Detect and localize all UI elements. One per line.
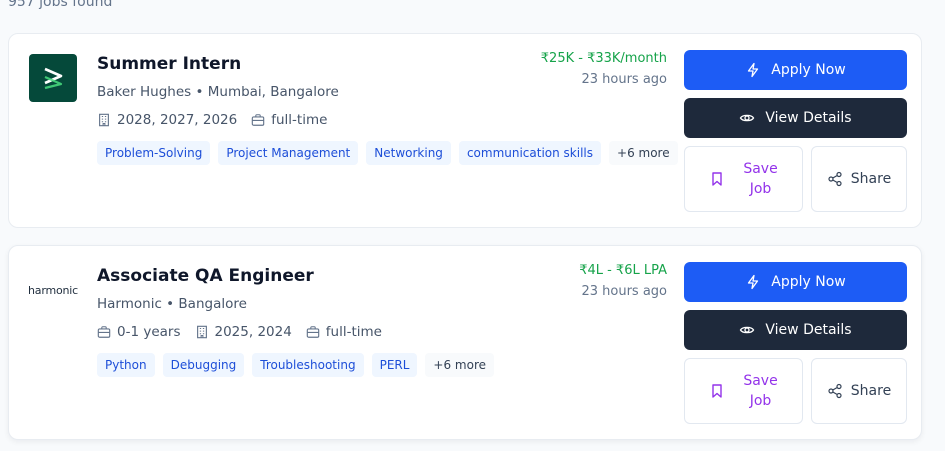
- job-card[interactable]: harmonic Associate QA Engineer Harmonic …: [8, 245, 922, 440]
- share-button[interactable]: Share: [811, 358, 907, 424]
- baker-hughes-logo-icon: [44, 67, 63, 90]
- view-details-button[interactable]: View Details: [684, 310, 907, 350]
- skill-tag: Debugging: [162, 353, 245, 377]
- view-details-button[interactable]: View Details: [684, 98, 907, 138]
- save-job-label-line2: Job: [749, 181, 772, 197]
- skill-tag: communication skills: [458, 141, 602, 165]
- save-job-button[interactable]: Save Job: [684, 358, 803, 424]
- apply-now-button[interactable]: Apply Now: [684, 262, 907, 302]
- job-title[interactable]: Summer Intern: [97, 54, 241, 74]
- more-tags[interactable]: +6 more: [425, 353, 495, 377]
- posted-time: 23 hours ago: [581, 284, 667, 299]
- experience-text: 0-1 years: [117, 324, 181, 340]
- company-logo: [29, 54, 77, 102]
- batch-item: 2025, 2024: [195, 324, 292, 340]
- apply-now-button[interactable]: Apply Now: [684, 50, 907, 90]
- bolt-icon: [748, 274, 759, 290]
- bookmark-icon: [712, 384, 723, 398]
- building-icon: [99, 113, 109, 127]
- skill-tag: PERL: [371, 353, 418, 377]
- batch-item: 2028, 2027, 2026: [97, 112, 237, 128]
- job-type-item: full-time: [251, 112, 327, 128]
- posted-time: 23 hours ago: [581, 72, 667, 87]
- skill-tag: Python: [97, 353, 155, 377]
- apply-now-label: Apply Now: [771, 274, 846, 290]
- skill-tags: Python Debugging Troubleshooting PERL +6…: [97, 353, 495, 377]
- view-details-label: View Details: [765, 322, 852, 338]
- skill-tag: Project Management: [218, 141, 359, 165]
- save-job-label: Save Job: [743, 159, 777, 199]
- save-job-label-line2: Job: [749, 393, 772, 409]
- job-type-text: full-time: [271, 112, 328, 128]
- company-location: Harmonic • Bangalore: [97, 296, 247, 312]
- company-location: Baker Hughes • Mumbai, Bangalore: [97, 84, 339, 100]
- job-card[interactable]: Summer Intern Baker Hughes • Mumbai, Ban…: [8, 33, 922, 228]
- skill-tag: Problem-Solving: [97, 141, 211, 165]
- job-title[interactable]: Associate QA Engineer: [97, 266, 314, 286]
- batch-text: 2025, 2024: [214, 324, 292, 340]
- company-logo: harmonic: [28, 266, 78, 314]
- experience-item: 0-1 years: [97, 324, 181, 340]
- briefcase-icon: [306, 326, 320, 338]
- skill-tag: Networking: [366, 141, 451, 165]
- save-job-label: Save Job: [743, 371, 777, 411]
- job-meta: 0-1 years 2025, 2024 full-time: [97, 324, 382, 340]
- skill-tags: Problem-Solving Project Management Netwo…: [97, 141, 678, 165]
- briefcase-icon: [251, 114, 265, 126]
- bolt-icon: [748, 62, 759, 78]
- briefcase-icon: [97, 326, 111, 338]
- view-details-label: View Details: [765, 110, 852, 126]
- building-icon: [196, 325, 207, 339]
- skill-tag: Troubleshooting: [252, 353, 364, 377]
- share-label: Share: [850, 171, 892, 187]
- jobs-count: 957 jobs found: [8, 0, 113, 10]
- share-button[interactable]: Share: [811, 146, 907, 212]
- job-type-item: full-time: [306, 324, 382, 340]
- share-icon: [828, 171, 842, 187]
- batch-text: 2028, 2027, 2026: [117, 112, 238, 128]
- salary: ₹4L - ₹6L LPA: [579, 263, 667, 278]
- harmonic-logo-text: harmonic: [28, 283, 78, 297]
- more-tags[interactable]: +6 more: [609, 141, 678, 165]
- share-label: Share: [850, 383, 892, 399]
- job-type-text: full-time: [325, 324, 382, 340]
- bookmark-icon: [712, 172, 723, 186]
- salary: ₹25K - ₹33K/month: [540, 51, 667, 66]
- save-job-button[interactable]: Save Job: [684, 146, 803, 212]
- eye-icon: [740, 114, 755, 122]
- save-job-label-line1: Save: [743, 161, 778, 177]
- job-meta: 2028, 2027, 2026 full-time: [97, 112, 327, 128]
- share-icon: [828, 383, 842, 399]
- eye-icon: [740, 326, 755, 334]
- save-job-label-line1: Save: [743, 373, 778, 389]
- apply-now-label: Apply Now: [771, 62, 846, 78]
